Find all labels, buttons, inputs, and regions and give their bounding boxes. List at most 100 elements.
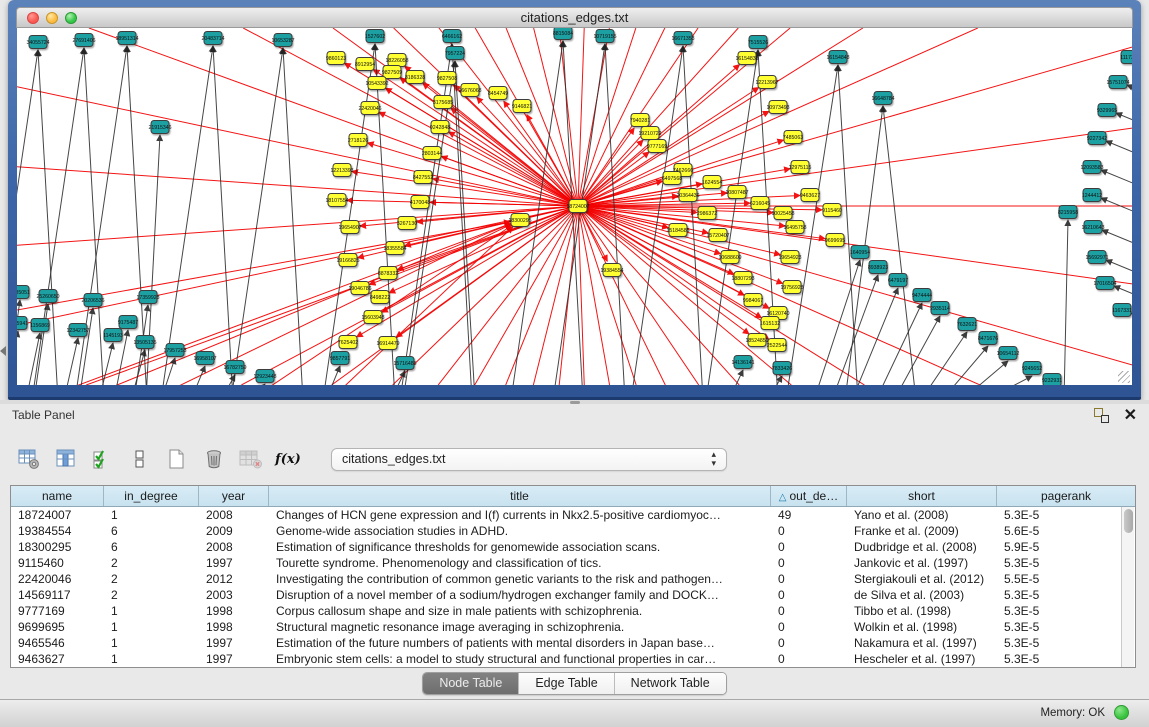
network-canvas[interactable]: 1872400718300295986012389129541822605898… (17, 28, 1132, 385)
svg-text:16210643: 16210643 (1081, 225, 1104, 231)
table-row[interactable]: 969969511998Structural magnetic resonanc… (11, 619, 1135, 635)
cell-year: 1997 (199, 651, 269, 667)
float-panel-icon[interactable] (1094, 408, 1109, 423)
select-columns-icon[interactable] (90, 446, 116, 472)
cell-in_degree: 6 (104, 523, 199, 539)
table-row[interactable]: 1938455462009Genome-wide association stu… (11, 523, 1135, 539)
svg-text:10688609: 10688609 (718, 255, 741, 261)
cell-title: Genome-wide association studies in ADHD. (269, 523, 771, 539)
cell-name: 18724007 (11, 507, 104, 523)
column-header-year[interactable]: year (199, 486, 269, 506)
table-row[interactable]: 2242004622012Investigating the contribut… (11, 571, 1135, 587)
function-builder-icon[interactable]: f(x) (275, 446, 301, 472)
svg-text:19756928: 19756928 (780, 285, 803, 291)
cell-title: Changes of HCN gene expression and I(f) … (269, 507, 771, 523)
svg-text:8498222: 8498222 (370, 295, 390, 301)
table-row[interactable]: 1830029562008Estimation of significance … (11, 539, 1135, 555)
delete-table-icon[interactable] (238, 446, 264, 472)
svg-text:10653287: 10653287 (271, 38, 294, 44)
show-columns-icon[interactable] (53, 446, 79, 472)
column-header-in_degree[interactable]: in_degree (104, 486, 199, 506)
svg-text:2986372: 2986372 (697, 211, 717, 217)
tab-network-table[interactable]: Network Table (615, 673, 726, 694)
svg-text:6216045: 6216045 (750, 201, 770, 207)
cell-in_degree: 1 (104, 507, 199, 523)
svg-text:15716485: 15716485 (393, 361, 416, 367)
svg-text:3175685: 3175685 (433, 100, 453, 106)
delete-columns-icon[interactable] (201, 446, 227, 472)
cell-pagerank: 5.3E-5 (997, 587, 1094, 603)
table-row[interactable]: 1456911722003Disruption of a novel membe… (11, 587, 1135, 603)
table-row[interactable]: 977716911998Corpus callosum shape and si… (11, 603, 1135, 619)
svg-text:9984067: 9984067 (743, 298, 763, 304)
table-row[interactable]: 946554611997Estimation of the future num… (11, 635, 1135, 651)
table-selector-value: citations_edges.txt (342, 452, 446, 466)
cell-short: Tibbo et al. (1998) (847, 603, 997, 619)
close-panel-icon[interactable]: ✕ (1124, 405, 1137, 425)
svg-text:27691406: 27691406 (72, 38, 95, 44)
cell-short: Yano et al. (2008) (847, 507, 997, 523)
cell-year: 2008 (199, 507, 269, 523)
node-table: namein_degreeyeartitle△out_de…shortpager… (10, 485, 1136, 668)
cell-pagerank: 5.3E-5 (997, 619, 1094, 635)
cell-year: 1997 (199, 555, 269, 571)
cell-out_de: 49 (771, 507, 847, 523)
svg-text:8427552: 8427552 (413, 175, 433, 181)
svg-text:14136141: 14136141 (731, 360, 754, 366)
cell-short: Stergiakouli et al. (2012) (847, 571, 997, 587)
svg-text:21915346: 21915346 (148, 125, 171, 131)
table-mode-icon[interactable] (16, 446, 42, 472)
cell-title: Disruption of a novel member of a sodium… (269, 587, 771, 603)
table-selector-dropdown[interactable]: citations_edges.txt ▴▾ (331, 448, 727, 471)
close-button[interactable] (27, 12, 39, 24)
svg-text:10543392: 10543392 (365, 81, 388, 87)
column-header-out_de[interactable]: △out_de… (771, 486, 847, 506)
svg-text:9175487: 9175487 (118, 320, 138, 326)
scrollbar-thumb[interactable] (1124, 509, 1133, 533)
new-column-icon[interactable] (164, 446, 190, 472)
svg-text:20364436: 20364436 (676, 193, 699, 199)
cell-pagerank: 5.3E-5 (997, 635, 1094, 651)
cell-pagerank: 5.3E-5 (997, 651, 1094, 667)
svg-text:12342757: 12342757 (66, 328, 89, 334)
citation-network-graph[interactable]: 1872400718300295986012389129541822605898… (17, 28, 1132, 385)
cell-short: de Silva et al. (2003) (847, 587, 997, 603)
row-height-icon[interactable] (127, 446, 153, 472)
zoom-button[interactable] (65, 12, 77, 24)
svg-text:18524851: 18524851 (745, 338, 768, 344)
cell-out_de: 0 (771, 523, 847, 539)
table-panel-title: Table Panel (12, 408, 75, 422)
canvas-resize-grip[interactable] (1118, 371, 1130, 383)
svg-text:15603948: 15603948 (361, 315, 384, 321)
table-row[interactable]: 1872400712008Changes of HCN gene express… (11, 507, 1135, 523)
svg-text:8186328: 8186328 (405, 75, 425, 81)
tab-node-table[interactable]: Node Table (423, 673, 519, 694)
cell-name: 9115460 (11, 555, 104, 571)
hide-panel-arrow[interactable] (0, 346, 6, 356)
tab-edge-table[interactable]: Edge Table (519, 673, 614, 694)
window-titlebar[interactable]: citations_edges.txt (16, 7, 1133, 28)
table-row[interactable]: 946362711997Embryonic stem cells: a mode… (11, 651, 1135, 667)
table-row[interactable]: 911546021997Tourette syndrome. Phenomeno… (11, 555, 1135, 571)
svg-text:17957253: 17957253 (163, 348, 186, 354)
svg-text:1145193: 1145193 (103, 333, 123, 339)
cell-year: 1998 (199, 619, 269, 635)
svg-text:9827509: 9827509 (382, 70, 402, 76)
column-header-name[interactable]: name (11, 486, 104, 506)
svg-text:18355584: 18355584 (383, 246, 406, 252)
column-header-pagerank[interactable]: pagerank (997, 486, 1135, 506)
cell-out_de: 0 (771, 603, 847, 619)
svg-text:16914479: 16914479 (376, 341, 399, 347)
svg-text:9242848: 9242848 (430, 125, 450, 131)
svg-text:8912954: 8912954 (355, 62, 375, 68)
table-scrollbar[interactable] (1121, 507, 1134, 667)
svg-text:7632621: 7632621 (957, 322, 977, 328)
minimize-button[interactable] (46, 12, 58, 24)
table-header-row: namein_degreeyeartitle△out_de…shortpager… (11, 486, 1135, 507)
column-header-short[interactable]: short (847, 486, 997, 506)
column-header-title[interactable]: title (269, 486, 771, 506)
svg-text:7462666: 7462666 (673, 168, 693, 174)
table-tabs: Node TableEdge TableNetwork Table (0, 672, 1149, 695)
svg-text:1156869: 1156869 (30, 323, 50, 329)
svg-text:16495758: 16495758 (783, 225, 806, 231)
